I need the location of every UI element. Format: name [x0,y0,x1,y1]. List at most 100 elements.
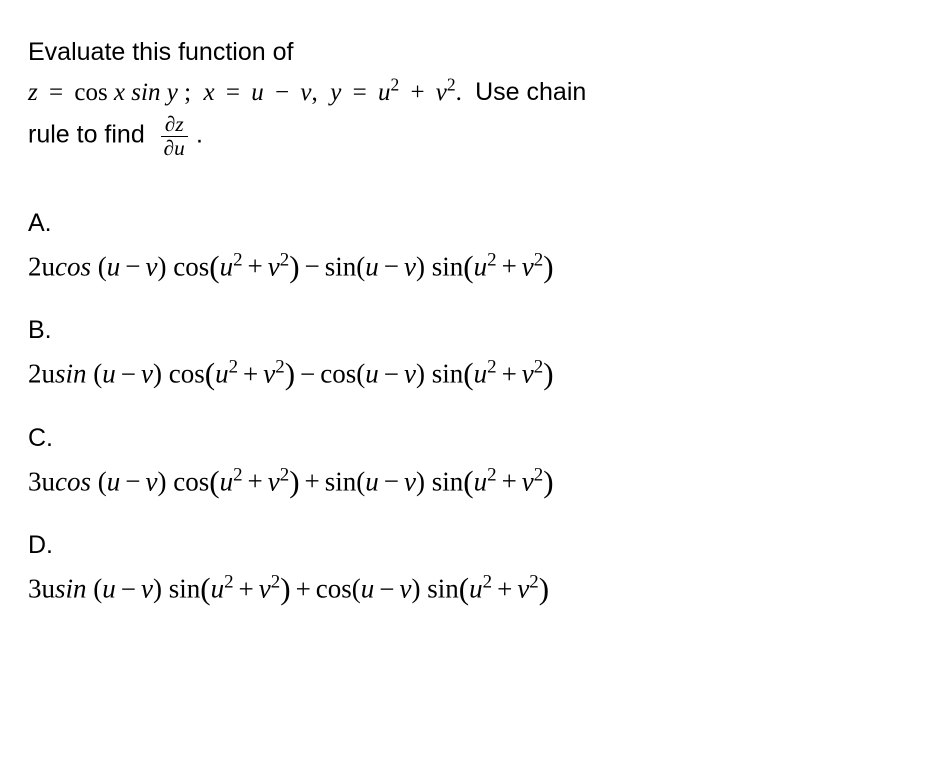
s2: 2 [271,572,280,593]
p1: + [234,574,259,604]
a6: v [404,359,416,389]
mid-op: + [291,574,316,604]
m2: − [379,466,404,496]
fn1: cos [55,466,91,496]
frac-num: ∂z [161,113,188,137]
period-1: . [456,79,462,106]
a2: v [141,574,153,604]
var-x2: x [204,79,215,106]
p2: + [492,574,517,604]
fn4: sin [432,466,464,496]
var-z: z [28,79,38,106]
fn1: sin [55,359,87,389]
fn-sin-it: sin [131,79,160,106]
a1: u [107,251,121,281]
s4: 2 [534,249,543,270]
m1: − [120,466,145,496]
s1: 2 [233,249,242,270]
a1: u [102,574,116,604]
mid-op: − [295,359,320,389]
a6: v [404,251,416,281]
fn3: sin [325,466,357,496]
question-prompt: Evaluate this function of z = cos x sin … [28,32,907,161]
option-b[interactable]: B. 2usin (u−v) cos(u2+v2)−cos(u−v) sin(u… [28,316,907,398]
s2: 2 [280,249,289,270]
coef: 3u [28,466,55,496]
fn2: cos [173,466,209,496]
a5: u [365,251,379,281]
fn4: sin [432,251,464,281]
p2: + [497,251,522,281]
var-y1: y [167,79,178,106]
var-x1: x [114,79,125,106]
mid-op: − [300,251,325,281]
option-d[interactable]: D. 3usin (u−v) sin(u2+v2)+cos(u−v) sin(u… [28,531,907,613]
var-v1: v [300,79,311,106]
fn2: cos [173,251,209,281]
s3: 2 [487,249,496,270]
a2: v [145,251,157,281]
option-a[interactable]: A. 2ucos (u−v) cos(u2+v2)−sin(u−v) sin(u… [28,209,907,291]
s3: 2 [487,357,496,378]
fraction-dzdu: ∂z ∂u [161,113,188,161]
fn3: sin [325,251,357,281]
s1: 2 [229,357,238,378]
plus-1: + [405,79,429,106]
a6: v [404,466,416,496]
fn4: sin [432,359,464,389]
var-y2: y [330,79,341,106]
question-line-3: rule to find ∂z ∂u . [28,113,907,161]
s3: 2 [487,464,496,485]
var-v2: v [436,79,447,106]
frac-den: ∂u [161,137,188,160]
a7: u [474,466,488,496]
a3: u [211,574,225,604]
a8: v [522,251,534,281]
option-b-expression: 2usin (u−v) cos(u2+v2)−cos(u−v) sin(u2+v… [28,351,907,398]
s1: 2 [224,572,233,593]
option-c-expression: 3ucos (u−v) cos(u2+v2)+sin(u−v) sin(u2+v… [28,459,907,506]
question-line-1: Evaluate this function of [28,32,907,72]
a5: u [365,466,379,496]
option-b-label: B. [28,316,907,345]
a8: v [522,466,534,496]
fn3: cos [320,359,356,389]
s4: 2 [534,357,543,378]
var-u1: u [251,79,264,106]
a1: u [107,466,121,496]
option-a-label: A. [28,209,907,238]
sup-2: 2 [447,75,456,95]
semicolon: ; [184,79,191,106]
m2: − [374,574,399,604]
option-d-expression: 3usin (u−v) sin(u2+v2)+cos(u−v) sin(u2+v… [28,566,907,613]
fn1: cos [55,251,91,281]
a2: v [145,466,157,496]
a7: u [474,251,488,281]
s2: 2 [280,464,289,485]
coef: 2u [28,251,55,281]
m2: − [379,359,404,389]
p1: + [238,359,263,389]
a7: u [469,574,483,604]
a4: v [268,251,280,281]
p1: + [243,466,268,496]
fn2: cos [169,359,205,389]
s4: 2 [534,464,543,485]
comma: , [311,79,317,106]
m1: − [120,251,145,281]
s1: 2 [233,464,242,485]
a4: v [268,466,280,496]
a3: u [220,251,234,281]
sup-1: 2 [390,75,399,95]
equals-1: = [44,79,68,106]
a7: u [474,359,488,389]
m1: − [116,359,141,389]
fn1: sin [55,574,87,604]
option-a-expression: 2ucos (u−v) cos(u2+v2)−sin(u−v) sin(u2+v… [28,244,907,291]
p2: + [497,359,522,389]
a6: v [400,574,412,604]
text-rule-to-find: rule to find [28,121,145,149]
question-line-2: z = cos x sin y ; x = u − v, y = u2 + v2… [28,72,907,113]
option-c[interactable]: C. 3ucos (u−v) cos(u2+v2)+sin(u−v) sin(u… [28,424,907,506]
a3: u [220,466,234,496]
